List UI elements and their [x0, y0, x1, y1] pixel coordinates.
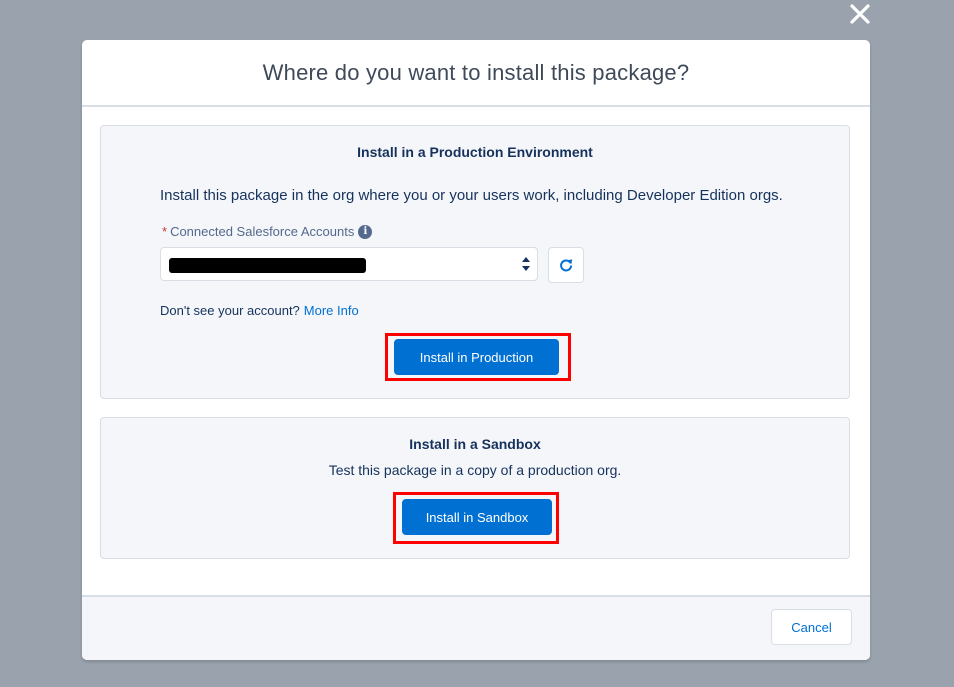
select-arrows-icon: [522, 257, 530, 271]
info-icon[interactable]: i: [358, 224, 373, 239]
modal-body: Install in a Production Environment Inst…: [82, 107, 870, 595]
close-icon: [850, 4, 870, 24]
required-marker: *: [162, 224, 168, 239]
account-help-text: Don't see your account?: [160, 303, 300, 318]
connected-accounts-select[interactable]: [160, 247, 538, 281]
account-help-line: Don't see your account? More Info: [160, 303, 359, 318]
refresh-icon: [560, 259, 573, 272]
connected-accounts-label: * Connected Salesforce Accounts i: [162, 224, 373, 239]
cancel-button[interactable]: Cancel: [771, 609, 852, 645]
production-description: Install this package in the org where yo…: [160, 187, 783, 204]
production-card-title: Install in a Production Environment: [357, 144, 593, 160]
redacted-account-value: [169, 258, 366, 273]
sandbox-description: Test this package in a copy of a product…: [328, 462, 622, 478]
install-in-production-button[interactable]: Install in Production: [394, 339, 559, 375]
close-modal-button[interactable]: [846, 0, 874, 28]
sandbox-card: Install in a Sandbox Test this package i…: [100, 417, 850, 559]
production-card: Install in a Production Environment Inst…: [100, 125, 850, 399]
more-info-link[interactable]: More Info: [304, 303, 359, 318]
connected-accounts-label-text: Connected Salesforce Accounts: [170, 224, 355, 239]
install-in-sandbox-button[interactable]: Install in Sandbox: [402, 499, 552, 535]
sandbox-card-title: Install in a Sandbox: [409, 436, 541, 452]
refresh-accounts-button[interactable]: [548, 247, 584, 283]
modal-title: Where do you want to install this packag…: [262, 59, 690, 85]
modal-footer: Cancel: [82, 595, 870, 660]
modal-header: Where do you want to install this packag…: [82, 40, 870, 107]
install-package-modal: Where do you want to install this packag…: [82, 40, 870, 660]
